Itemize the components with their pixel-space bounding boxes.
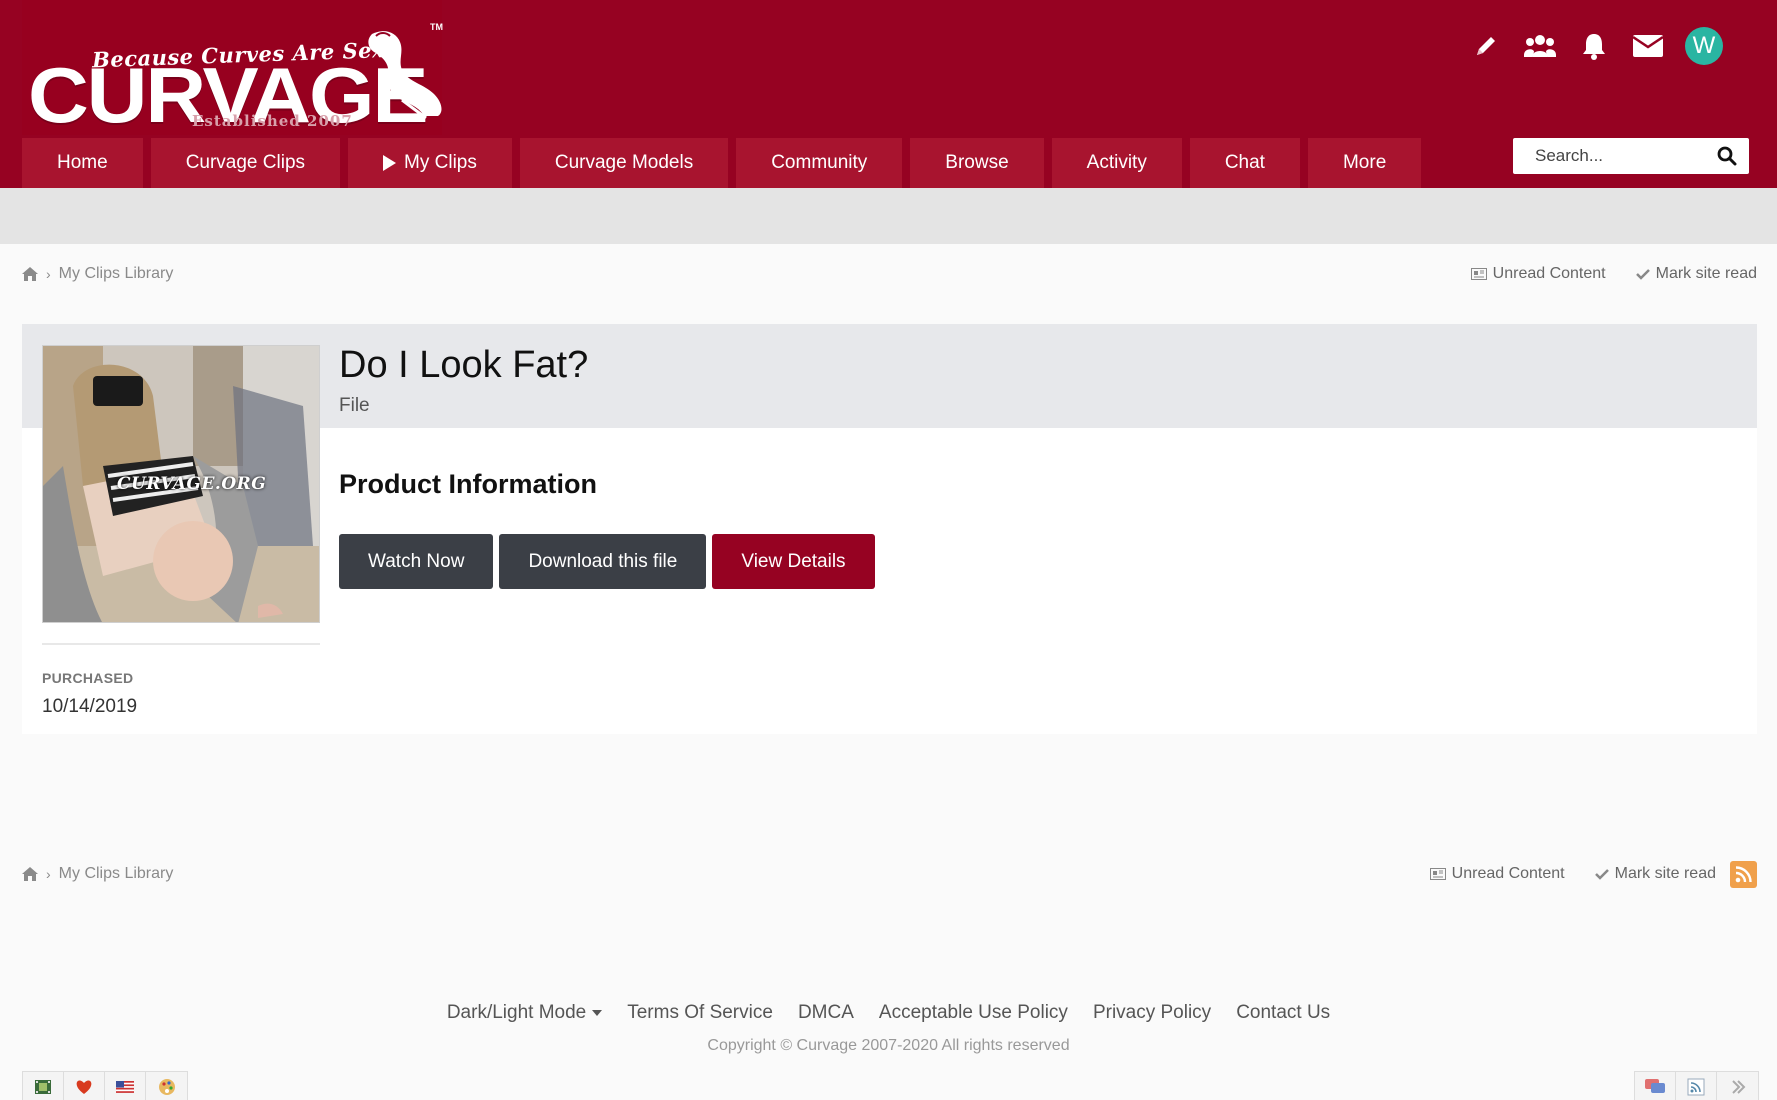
- site-logo[interactable]: Because Curves Are Sexy CURVAGE Establis…: [22, 0, 443, 135]
- pencil-icon[interactable]: [1459, 26, 1513, 66]
- nav-item-curvage-clips[interactable]: Curvage Clips: [150, 138, 341, 188]
- play-icon: [383, 155, 397, 171]
- nav-item-chat[interactable]: Chat: [1189, 138, 1300, 188]
- thumbnail-watermark: CURVAGE.ORG: [117, 474, 267, 494]
- view-details-button[interactable]: View Details: [712, 534, 875, 589]
- unread-content-label: Unread Content: [1451, 865, 1565, 882]
- logo-figure-icon: [368, 31, 442, 120]
- user-toolbar: W: [1459, 26, 1723, 66]
- footer-links: Dark/Light Mode Terms Of Service DMCA Ac…: [0, 1002, 1777, 1024]
- search-box: [1513, 138, 1749, 174]
- mark-site-read-link[interactable]: Mark site read: [1635, 265, 1757, 283]
- nav-item-browse[interactable]: Browse: [910, 138, 1044, 188]
- download-file-button[interactable]: Download this file: [499, 534, 707, 589]
- nav-item-my-clips[interactable]: My Clips: [348, 138, 512, 188]
- nav-item-community[interactable]: Community: [736, 138, 903, 188]
- mark-site-read-label: Mark site read: [1614, 865, 1716, 882]
- unread-content-link[interactable]: Unread Content: [1429, 865, 1565, 883]
- check-icon: [1635, 269, 1650, 280]
- breadcrumb-actions: Unread Content Mark site read: [1429, 860, 1757, 888]
- users-icon[interactable]: [1513, 26, 1567, 66]
- check-icon: [1594, 869, 1609, 880]
- privacy-policy-link[interactable]: Privacy Policy: [1093, 1002, 1211, 1024]
- dark-light-mode-toggle[interactable]: Dark/Light Mode: [446, 1002, 603, 1024]
- us-flag-icon[interactable]: [105, 1072, 146, 1100]
- purchased-label: PURCHASED: [42, 670, 134, 686]
- newspaper-icon: [1429, 868, 1446, 880]
- breadcrumb-separator: ›: [46, 866, 51, 882]
- breadcrumb-my-clips-library[interactable]: My Clips Library: [59, 265, 174, 283]
- palette-icon[interactable]: [146, 1072, 187, 1100]
- heart-icon[interactable]: [64, 1072, 105, 1100]
- mark-site-read-label: Mark site read: [1655, 265, 1757, 282]
- file-card: CURVAGE.ORG Do I Look Fat? File Product …: [22, 324, 1757, 734]
- nav-item-label: My Clips: [404, 152, 477, 173]
- chat-icon[interactable]: [1635, 1072, 1676, 1100]
- copyright: Copyright © Curvage 2007-2020 All rights…: [707, 1037, 1070, 1054]
- bottom-toolbar-left: [22, 1071, 188, 1100]
- unread-content-link[interactable]: Unread Content: [1470, 265, 1606, 283]
- bell-icon[interactable]: [1567, 26, 1621, 66]
- nav-item-more[interactable]: More: [1307, 138, 1422, 188]
- nav-item-home[interactable]: Home: [22, 138, 143, 188]
- nav-item-activity[interactable]: Activity: [1051, 138, 1182, 188]
- contact-us-link[interactable]: Contact Us: [1236, 1002, 1330, 1024]
- file-type-label: File: [339, 395, 370, 416]
- purchased-date: 10/14/2019: [42, 696, 138, 717]
- site-header: Because Curves Are Sexy CURVAGE Establis…: [0, 0, 1777, 188]
- logo-established: Established 2007: [192, 112, 353, 130]
- file-thumbnail[interactable]: CURVAGE.ORG: [42, 345, 320, 623]
- breadcrumb-separator: ›: [46, 266, 51, 282]
- breadcrumb-bottom: › My Clips Library Unread Content Mark s…: [22, 860, 1757, 888]
- breadcrumb: › My Clips Library Unread Content Mark s…: [22, 262, 1757, 286]
- unread-content-label: Unread Content: [1492, 265, 1606, 282]
- mark-site-read-link[interactable]: Mark site read: [1594, 865, 1716, 883]
- file-actions: Watch Now Download this file View Detail…: [339, 534, 875, 589]
- divider: [42, 643, 320, 645]
- caret-down-icon: [592, 1010, 603, 1016]
- nav-item-curvage-models[interactable]: Curvage Models: [519, 138, 729, 188]
- footer-link-label: Dark/Light Mode: [446, 1002, 587, 1023]
- dmca-link[interactable]: DMCA: [798, 1002, 854, 1024]
- home-icon[interactable]: [22, 867, 38, 881]
- rss-icon[interactable]: [1730, 860, 1757, 888]
- acceptable-use-policy-link[interactable]: Acceptable Use Policy: [879, 1002, 1068, 1024]
- avatar[interactable]: W: [1685, 27, 1723, 65]
- breadcrumb-actions: Unread Content Mark site read: [1470, 265, 1757, 283]
- chevron-right-icon[interactable]: [1717, 1072, 1758, 1100]
- terms-of-service-link[interactable]: Terms Of Service: [627, 1002, 773, 1024]
- search-icon[interactable]: [1717, 146, 1737, 166]
- watch-now-button[interactable]: Watch Now: [339, 534, 494, 589]
- breadcrumb-my-clips-library[interactable]: My Clips Library: [59, 865, 174, 883]
- bottom-toolbar-right: [1634, 1071, 1759, 1100]
- home-icon[interactable]: [22, 267, 38, 281]
- product-information-heading: Product Information: [339, 469, 597, 499]
- envelope-icon[interactable]: [1621, 26, 1675, 66]
- newspaper-icon: [1470, 268, 1487, 280]
- feed-icon[interactable]: [1676, 1072, 1717, 1100]
- sub-navigation-bar: [0, 188, 1777, 244]
- search-input[interactable]: [1535, 146, 1717, 166]
- page-title: Do I Look Fat?: [339, 344, 589, 386]
- film-icon[interactable]: [23, 1072, 64, 1100]
- main-nav: Home Curvage Clips My Clips Curvage Mode…: [22, 138, 1422, 188]
